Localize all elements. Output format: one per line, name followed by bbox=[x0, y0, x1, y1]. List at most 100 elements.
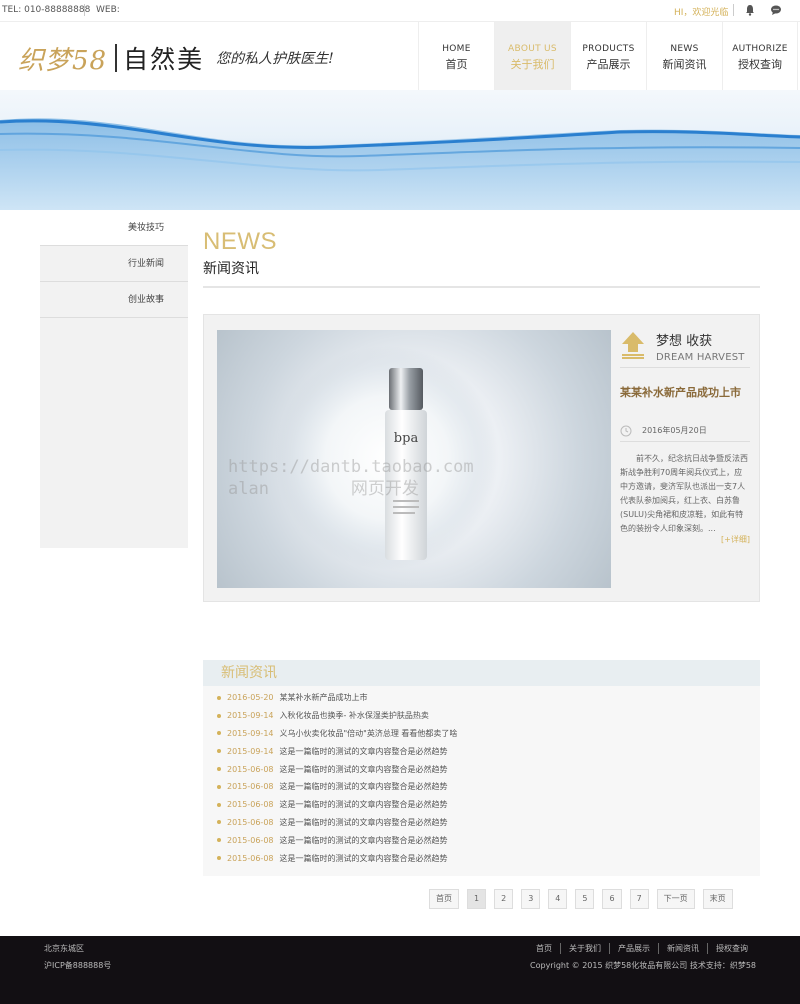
bullet bbox=[217, 767, 221, 772]
web-label: WEB: bbox=[96, 5, 120, 15]
footer-icp[interactable]: 沪ICP备888888号 bbox=[44, 960, 111, 971]
page-5[interactable]: 5 bbox=[575, 889, 595, 909]
nav-item-about[interactable]: ABOUT US 关于我们 bbox=[494, 22, 570, 90]
sidebar-item-industry-news[interactable]: 行业新闻 bbox=[40, 246, 188, 282]
top-bar: TEL: 010-88888888 WEB: HI，欢迎光临 bbox=[0, 0, 800, 22]
logo-brand: 织梦58 bbox=[18, 45, 108, 76]
news-list-title: 新闻资讯 bbox=[203, 660, 760, 686]
bullet bbox=[217, 784, 221, 789]
nav-item-zh: 授权查询 bbox=[738, 58, 782, 71]
bottle-label: bpa bbox=[394, 431, 419, 446]
logo[interactable]: 织梦58 自然美 您的私人护肤医生! bbox=[18, 41, 334, 76]
footer-address: 北京东城区 bbox=[44, 944, 84, 953]
greeting-link[interactable]: HI，欢迎光临 bbox=[674, 5, 728, 18]
nav-item-en: PRODUCTS bbox=[582, 44, 635, 54]
water-wave-image bbox=[0, 118, 800, 210]
bullet bbox=[217, 749, 221, 754]
product-photo: bpa bbox=[275, 346, 499, 570]
footer-copyright: Copyright © 2015 织梦58化妆品有限公司 技术支持：织梦58 bbox=[530, 961, 756, 970]
news-date: 2015-06-08 bbox=[227, 800, 274, 810]
page-first[interactable]: 首页 bbox=[429, 889, 459, 909]
water-banner bbox=[0, 90, 800, 210]
bullet bbox=[217, 820, 221, 825]
news-list-item[interactable]: 2015-06-08 这是一篇临时的测试的文章内容整合是必然趋势 bbox=[217, 778, 760, 796]
featured-details: 梦想 收获 DREAM HARVEST 某某补水新产品成功上市 2016年05月… bbox=[620, 330, 750, 545]
news-title[interactable]: 这是一篇临时的测试的文章内容整合是必然趋势 bbox=[280, 799, 448, 810]
news-title[interactable]: 这是一篇临时的测试的文章内容整合是必然趋势 bbox=[280, 835, 448, 846]
news-list-item[interactable]: 2015-09-14 入秋化妆品也换季- 补水保湿类护肤品热卖 bbox=[217, 707, 760, 725]
phone-number: TEL: 010-88888888 bbox=[2, 5, 91, 15]
featured-title[interactable]: 某某补水新产品成功上市 bbox=[620, 384, 750, 400]
bell-icon[interactable] bbox=[744, 4, 756, 16]
news-list-panel: 新闻资讯 2016-05-20 某某补水新产品成功上市 2015-09-14 入秋化… bbox=[203, 660, 760, 876]
footer-nav-home[interactable]: 首页 bbox=[528, 943, 560, 954]
nav-item-en: AUTHORIZE bbox=[732, 44, 788, 54]
news-list-item[interactable]: 2016-05-20 某某补水新产品成功上市 bbox=[217, 689, 760, 707]
news-list-item[interactable]: 2015-06-08 这是一篇临时的测试的文章内容整合是必然趋势 bbox=[217, 831, 760, 849]
page-next[interactable]: 下一页 bbox=[656, 889, 695, 909]
page-6[interactable]: 6 bbox=[602, 889, 622, 909]
footer-nav-products[interactable]: 产品展示 bbox=[609, 943, 658, 954]
footer-nav-news[interactable]: 新闻资讯 bbox=[658, 943, 707, 954]
footer: 北京东城区 沪ICP备888888号 首页 关于我们 产品展示 新闻资讯 授权查… bbox=[0, 936, 800, 1004]
bullet bbox=[217, 838, 221, 843]
page-4[interactable]: 4 bbox=[548, 889, 568, 909]
nav-item-authorize[interactable]: AUTHORIZE 授权查询 bbox=[722, 22, 798, 90]
news-list-item[interactable]: 2015-06-08 这是一篇临时的测试的文章内容整合是必然趋势 bbox=[217, 849, 760, 867]
divider bbox=[733, 4, 734, 16]
bullet bbox=[217, 695, 221, 700]
news-title[interactable]: 某某补水新产品成功上市 bbox=[280, 692, 368, 703]
nav-item-products[interactable]: PRODUCTS 产品展示 bbox=[570, 22, 646, 90]
sidebar-item-beauty-tips[interactable]: 美妆技巧 bbox=[40, 210, 188, 246]
bullet bbox=[217, 731, 221, 736]
news-date: 2015-06-08 bbox=[227, 817, 274, 827]
nav-item-en: NEWS bbox=[670, 44, 699, 54]
bullet bbox=[217, 713, 221, 718]
logo-name: 自然美 bbox=[123, 45, 205, 74]
nav-item-zh: 首页 bbox=[445, 58, 468, 71]
news-date: 2015-09-14 bbox=[227, 711, 274, 721]
news-title[interactable]: 这是一篇临时的测试的文章内容整合是必然趋势 bbox=[280, 746, 448, 757]
nav-item-en: HOME bbox=[442, 44, 471, 54]
news-list-item[interactable]: 2015-06-08 这是一篇临时的测试的文章内容整合是必然趋势 bbox=[217, 814, 760, 832]
news-date: 2015-09-14 bbox=[227, 746, 274, 756]
news-list-item[interactable]: 2015-09-14 义乌小伙卖化妆品"倍动"英济总理 看看他都卖了啥 bbox=[217, 725, 760, 743]
nav-item-news[interactable]: NEWS 新闻资讯 bbox=[646, 22, 722, 90]
news-list-item[interactable]: 2015-06-08 这是一篇临时的测试的文章内容整合是必然趋势 bbox=[217, 760, 760, 778]
header: 织梦58 自然美 您的私人护肤医生! HOME 首页 ABOUT US 关于我们… bbox=[0, 22, 800, 90]
page-3[interactable]: 3 bbox=[521, 889, 541, 909]
news-date: 2015-06-08 bbox=[227, 782, 274, 792]
featured-news: bpa 梦想 收获 DREAM HARVEST 某某补水新产品成功上市 2016 bbox=[203, 314, 760, 602]
pagination: 首页 1 2 3 4 5 6 7 下一页 末页 bbox=[429, 889, 733, 909]
page-1[interactable]: 1 bbox=[467, 889, 487, 909]
main-nav: HOME 首页 ABOUT US 关于我们 PRODUCTS 产品展示 NEWS… bbox=[418, 22, 798, 90]
news-list-item[interactable]: 2015-09-14 这是一篇临时的测试的文章内容整合是必然趋势 bbox=[217, 742, 760, 760]
sidebar-item-startup-stories[interactable]: 创业故事 bbox=[40, 282, 188, 318]
news-date: 2015-06-08 bbox=[227, 853, 274, 863]
nav-item-home[interactable]: HOME 首页 bbox=[418, 22, 494, 90]
page-7[interactable]: 7 bbox=[629, 889, 649, 909]
page-title: NEWS 新闻资讯 bbox=[203, 228, 277, 278]
news-list: 2016-05-20 某某补水新产品成功上市 2015-09-14 入秋化妆品也换季… bbox=[203, 686, 760, 867]
page-2[interactable]: 2 bbox=[494, 889, 514, 909]
news-date: 2015-09-14 bbox=[227, 728, 274, 738]
news-date: 2015-06-08 bbox=[227, 835, 274, 845]
news-title[interactable]: 入秋化妆品也换季- 补水保湿类护肤品热卖 bbox=[280, 710, 429, 721]
divider bbox=[203, 286, 760, 288]
nav-item-en: ABOUT US bbox=[508, 44, 557, 54]
page-last[interactable]: 末页 bbox=[702, 889, 733, 909]
footer-nav-authorize[interactable]: 授权查询 bbox=[707, 943, 756, 954]
news-title[interactable]: 这是一篇临时的测试的文章内容整合是必然趋势 bbox=[280, 764, 448, 775]
news-title[interactable]: 义乌小伙卖化妆品"倍动"英济总理 看看他都卖了啥 bbox=[280, 728, 458, 739]
nav-item-zh: 产品展示 bbox=[586, 58, 631, 71]
page-title-en: NEWS bbox=[203, 228, 277, 255]
news-title[interactable]: 这是一篇临时的测试的文章内容整合是必然趋势 bbox=[280, 817, 448, 828]
footer-nav-about[interactable]: 关于我们 bbox=[560, 943, 609, 954]
featured-header-zh: 梦想 收获 bbox=[656, 334, 713, 349]
chat-icon[interactable] bbox=[770, 4, 782, 16]
news-list-item[interactable]: 2015-06-08 这是一篇临时的测试的文章内容整合是必然趋势 bbox=[217, 796, 760, 814]
news-title[interactable]: 这是一篇临时的测试的文章内容整合是必然趋势 bbox=[280, 853, 448, 864]
news-title[interactable]: 这是一篇临时的测试的文章内容整合是必然趋势 bbox=[280, 781, 448, 792]
featured-image[interactable]: bpa bbox=[217, 330, 611, 588]
featured-header: 梦想 收获 DREAM HARVEST bbox=[620, 330, 750, 368]
